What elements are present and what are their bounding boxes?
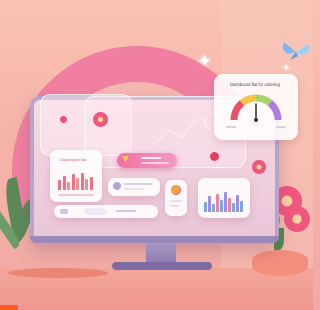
desk-pad [8, 268, 108, 278]
chart-axis [58, 194, 94, 196]
tab-active[interactable] [84, 208, 106, 215]
heart-icon: ♥ [122, 153, 129, 165]
gauge-card-title: Dashboard flat for ordering [230, 82, 280, 87]
decorative-dot [171, 185, 180, 194]
tab-bar[interactable] [54, 205, 158, 218]
decorative-dot [210, 152, 219, 161]
sparkle-icon: ✦ [282, 63, 291, 74]
notification-pill[interactable]: ♥ [117, 153, 177, 168]
sparkle-icon: ✦ [197, 51, 213, 71]
butterfly-icon [282, 42, 310, 60]
gauge-chart [230, 94, 282, 122]
flower-icon [252, 160, 266, 174]
decorative-dot [60, 116, 67, 123]
flower-icon [93, 112, 108, 127]
bar-chart-card: Dashboard flat [50, 150, 102, 202]
accent-bar [0, 305, 18, 310]
chart-bars [204, 188, 243, 212]
chart-card-title: Dashboard flat [60, 157, 87, 162]
chart-bars [58, 172, 93, 190]
illustration-scene: ✦ ✦ Dashboard flat ♥ Dashboard flat for … [0, 0, 313, 310]
pedestal [252, 250, 308, 276]
monitor-base [112, 262, 212, 270]
column-chart-card [198, 178, 250, 218]
avatar [113, 182, 121, 190]
profile-card [108, 178, 160, 196]
monitor-chin [30, 236, 279, 243]
gauge-card: Dashboard flat for ordering [214, 74, 298, 140]
